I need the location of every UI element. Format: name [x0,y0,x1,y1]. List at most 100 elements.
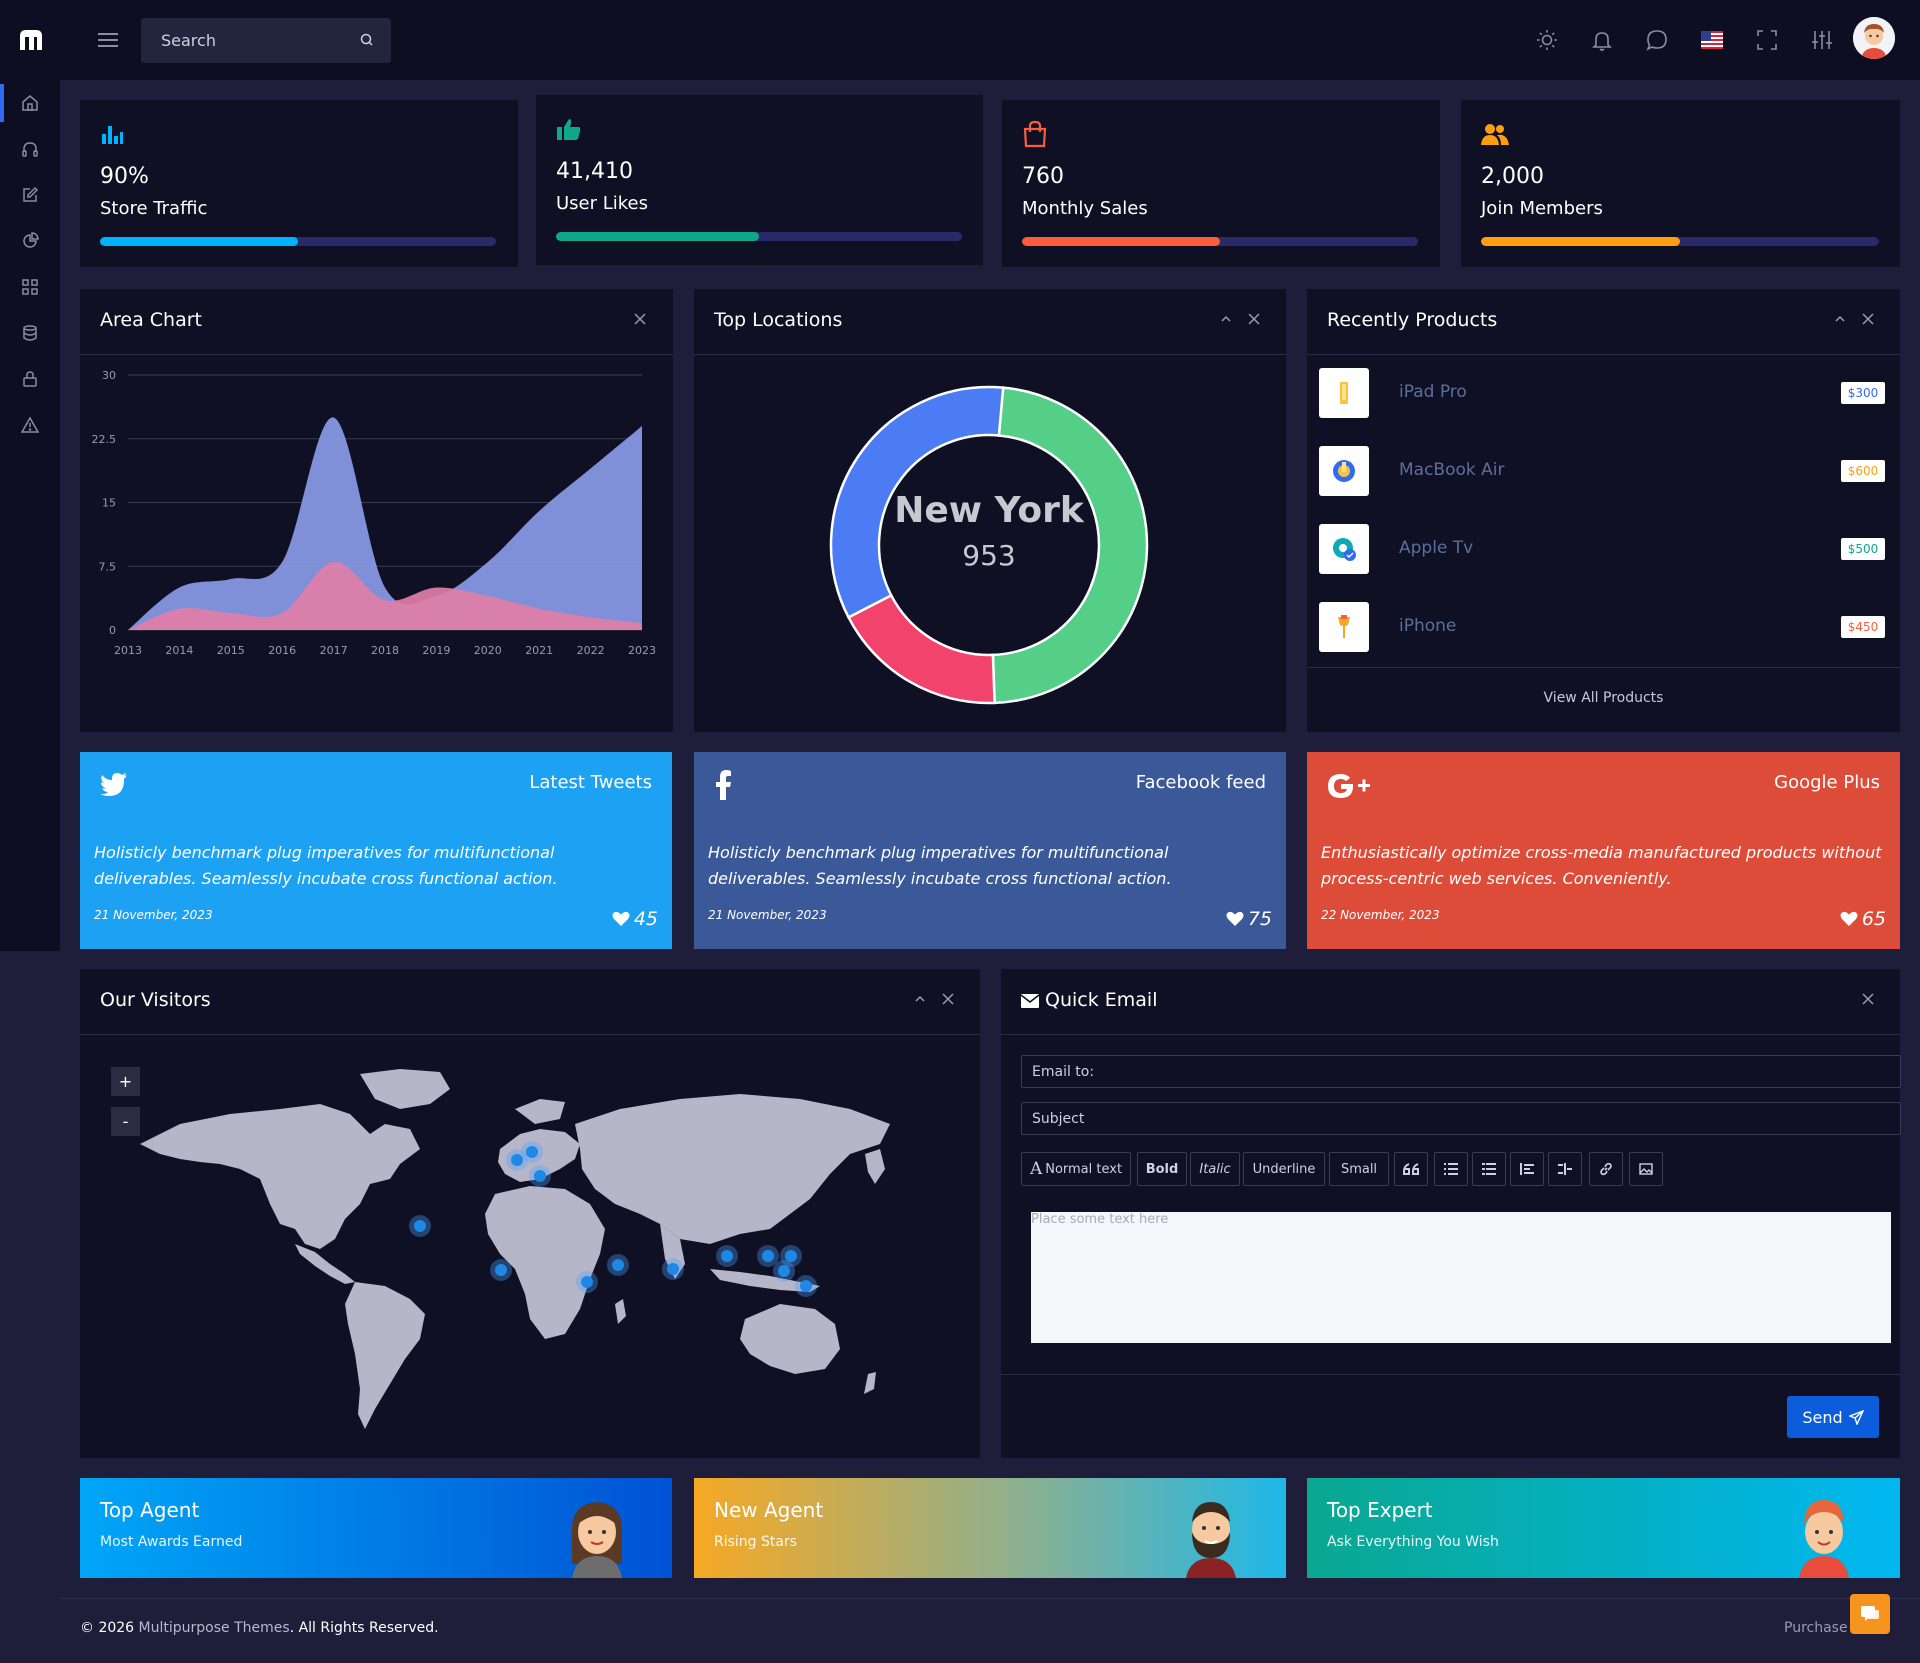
close-icon[interactable] [1246,311,1262,327]
collapse-icon[interactable] [912,991,928,1007]
sidebar-item-home[interactable] [0,80,60,126]
product-name[interactable]: iPhone [1399,616,1456,636]
likes-count: 65 [1861,908,1886,930]
fullscreen-icon[interactable] [1753,26,1781,54]
card-title: Area Chart [100,309,202,331]
close-icon[interactable] [940,991,956,1007]
outdent-icon[interactable] [1510,1152,1544,1186]
insert-image-icon[interactable] [1629,1152,1663,1186]
chat-widget-icon [1861,1606,1879,1621]
email-to-field[interactable] [1021,1055,1901,1088]
search-input[interactable] [141,18,351,63]
theme-toggle-sun-icon[interactable] [1533,26,1561,54]
sidebar-item-database[interactable] [0,310,60,356]
x-tick-label: 2013 [114,644,142,657]
sidebar-item-support[interactable] [0,126,60,172]
view-all-products-link[interactable]: View All Products [1307,690,1900,706]
divider [1001,1374,1900,1375]
likes-counter[interactable]: 75 [1226,908,1272,930]
sidebar-item-apps[interactable] [0,264,60,310]
progress-bar [1022,237,1418,246]
warning-icon [21,416,39,433]
brand-link[interactable]: Multipurpose Themes [139,1620,290,1636]
bullet-list-icon[interactable] [1434,1152,1468,1186]
donut-slice-0[interactable] [991,386,1149,705]
google-plus-card: Google Plus Enthusiastically optimize cr… [1307,752,1900,949]
google-plus-icon[interactable] [1327,772,1371,804]
progress-fill [100,237,298,246]
us-flag-icon[interactable] [1698,26,1726,54]
donut-slice-1[interactable] [846,593,996,705]
new-agent-banner[interactable]: New Agent Rising Stars [694,1478,1286,1578]
product-name[interactable]: Apple Tv [1399,538,1473,558]
send-button[interactable]: Send [1787,1396,1879,1438]
chat-widget-button[interactable] [1850,1594,1890,1634]
user-avatar[interactable] [1853,17,1895,59]
recent-products-card: Recently Products iPad Pro $300 MacBook … [1307,289,1900,732]
format-underline-button[interactable]: Underline [1243,1152,1325,1186]
product-name[interactable]: MacBook Air [1399,460,1505,480]
divider [80,1034,980,1035]
product-row[interactable]: iPad Pro $300 [1319,368,1885,428]
email-subject-field[interactable] [1021,1102,1901,1135]
price-badge: $300 [1841,382,1885,404]
format-normal-text-button[interactable]: A Normal text [1021,1152,1131,1186]
email-body-editor[interactable] [1031,1212,1891,1343]
numbered-list-icon[interactable] [1472,1152,1506,1186]
quick-email-card: Quick Email A Normal text Bold Italic Un… [1001,969,1901,1458]
close-icon[interactable] [632,311,648,327]
card-title: Quick Email [1045,989,1158,1011]
chat-bubble-icon[interactable] [1643,26,1671,54]
format-small-button[interactable]: Small [1329,1152,1389,1186]
close-icon[interactable] [1860,311,1876,327]
twitter-icon[interactable] [100,772,128,800]
facebook-icon[interactable] [716,770,732,804]
top-expert-banner[interactable]: Top Expert Ask Everything You Wish [1307,1478,1900,1578]
search-icon[interactable] [359,32,375,48]
close-icon[interactable] [1860,991,1876,1007]
pie-chart-icon [23,232,39,248]
facebook-card: Facebook feed Holisticly benchmark plug … [694,752,1286,949]
sidebar [0,80,60,951]
stat-value: 41,410 [556,159,633,184]
shopping-bag-icon [1022,120,1048,152]
area-chart-plot: 0 7.5 15 22.5 30 2013 2014 2015 2016 2017 2018 2019… [92,369,657,657]
thumbs-up-icon [556,117,582,145]
collapse-icon[interactable] [1832,311,1848,327]
notifications-bell-icon[interactable] [1588,26,1616,54]
agent-subtitle: Rising Stars [714,1534,798,1550]
stat-label: Join Members [1481,198,1603,219]
sidebar-item-edit[interactable] [0,172,60,218]
indent-icon[interactable] [1548,1152,1582,1186]
world-map[interactable] [120,1054,960,1444]
format-italic-button[interactable]: Italic [1190,1152,1240,1186]
font-icon: A [1029,1159,1043,1179]
link-icon[interactable] [1589,1152,1623,1186]
format-bold-button[interactable]: Bold [1137,1152,1187,1186]
sidebar-item-alerts[interactable] [0,402,60,448]
top-locations-card: Top Locations New York 953 [694,289,1286,732]
bearded-man-avatar-icon [1186,1502,1236,1578]
sidebar-item-lock[interactable] [0,356,60,402]
likes-counter[interactable]: 45 [612,908,658,930]
product-row[interactable]: Apple Tv $500 [1319,524,1885,584]
product-row[interactable]: MacBook Air $600 [1319,446,1885,506]
headphones-icon [22,142,38,157]
social-title: Google Plus [1774,772,1880,793]
stat-label: Monthly Sales [1022,198,1148,219]
likes-counter[interactable]: 65 [1840,908,1886,930]
divider [1307,667,1900,668]
product-name[interactable]: iPad Pro [1399,382,1467,402]
x-tick-label: 2019 [422,644,450,657]
logo-icon[interactable] [16,26,46,56]
settings-sliders-icon[interactable] [1808,26,1836,54]
collapse-icon[interactable] [1218,311,1234,327]
top-agent-banner[interactable]: Top Agent Most Awards Earned [80,1478,672,1578]
sidebar-item-charts[interactable] [0,218,60,264]
area-series-0 [128,417,642,630]
product-row[interactable]: iPhone $450 [1319,602,1885,662]
copyright-suffix: . All Rights Reserved. [289,1620,439,1636]
blockquote-icon[interactable] [1394,1152,1428,1186]
database-icon [23,325,37,341]
menu-toggle-icon[interactable] [96,29,120,51]
